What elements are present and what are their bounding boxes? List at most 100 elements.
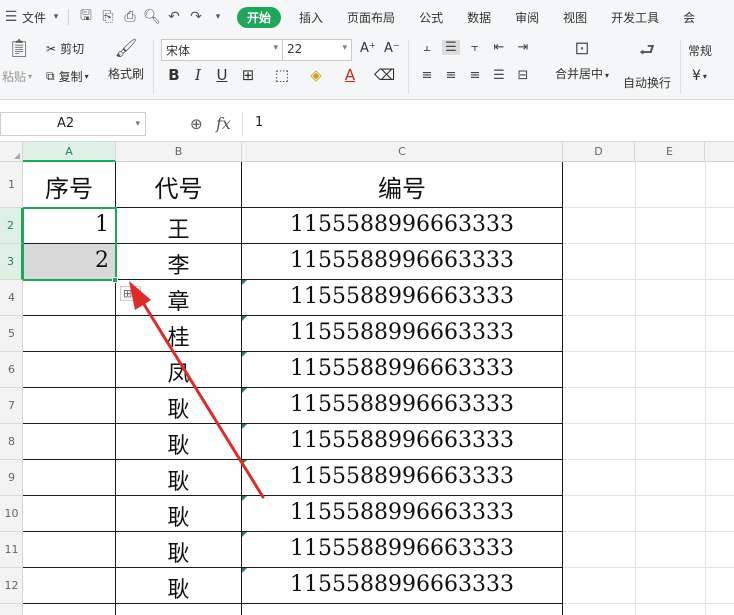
tab-insert[interactable]: 插入 <box>287 9 335 26</box>
formula-input[interactable]: 1 <box>242 112 734 136</box>
fill-handle[interactable] <box>112 277 118 283</box>
cell-c6[interactable]: 1155588996663333 <box>242 356 562 381</box>
tab-page-layout[interactable]: 页面布局 <box>335 9 407 26</box>
tab-member[interactable]: 会 <box>671 9 707 26</box>
cell-b7[interactable]: 耿 <box>116 392 241 424</box>
justify-button[interactable]: ☰ <box>490 68 508 83</box>
cell-b2[interactable]: 王 <box>116 212 241 244</box>
distributed-button[interactable]: ⊟ <box>514 68 532 83</box>
align-bottom-button[interactable]: ⫟ <box>466 40 484 55</box>
print-setup-icon[interactable]: ⎘ <box>97 9 119 25</box>
cell-b6[interactable]: 凤 <box>116 356 241 388</box>
align-left-button[interactable]: ≡ <box>418 68 436 83</box>
format-painter-button[interactable]: 🖌︎ 格式刷 <box>108 38 144 82</box>
cell-c12[interactable]: 1155588996663333 <box>242 572 562 597</box>
italic-button[interactable]: I <box>188 66 208 84</box>
select-all-corner[interactable]: ◢ <box>0 142 23 162</box>
error-indicator-icon[interactable] <box>242 280 247 285</box>
row-header-2[interactable]: 2 <box>0 208 23 244</box>
cell-b5[interactable]: 桂 <box>116 320 241 352</box>
paste-label-button[interactable]: 粘贴 ▾ <box>2 68 32 85</box>
error-indicator-icon[interactable] <box>242 316 247 321</box>
bold-button[interactable]: B <box>164 66 184 84</box>
decrease-font-size-button[interactable]: A⁻ <box>384 41 400 56</box>
error-indicator-icon[interactable] <box>242 424 247 429</box>
clear-format-button[interactable]: ⌫ <box>374 66 395 84</box>
cell-c11[interactable]: 1155588996663333 <box>242 536 562 561</box>
row-header-11[interactable]: 11 <box>0 532 23 568</box>
error-indicator-icon[interactable] <box>242 352 247 357</box>
column-header-c[interactable]: C <box>242 142 563 162</box>
redo-icon[interactable]: ↷ <box>185 9 207 25</box>
underline-button[interactable]: U <box>212 66 232 84</box>
cell-c9[interactable]: 1155588996663333 <box>242 464 562 489</box>
font-size-select[interactable]: 22 ▾ <box>282 39 352 61</box>
row-header-10[interactable]: 10 <box>0 496 23 532</box>
row-header-5[interactable]: 5 <box>0 316 23 352</box>
align-right-button[interactable]: ≡ <box>466 68 484 83</box>
name-box[interactable]: A2 ▾ <box>0 112 146 136</box>
error-indicator-icon[interactable] <box>242 496 247 501</box>
error-indicator-icon[interactable] <box>242 532 247 537</box>
row-header-7[interactable]: 7 <box>0 388 23 424</box>
borders-button[interactable]: ⊞ <box>238 66 258 84</box>
currency-button[interactable]: ¥ ▾ <box>692 68 707 84</box>
tab-data[interactable]: 数据 <box>455 9 503 26</box>
increase-indent-button[interactable]: ⇥ <box>514 40 532 55</box>
align-middle-button[interactable]: ☰ <box>442 40 460 55</box>
autofill-options-button[interactable]: ⊞▾ <box>120 286 141 301</box>
cell-grid[interactable]: 序号 代号 编号 1 王 1155588996663333 2 李 115558… <box>23 162 734 615</box>
tab-home[interactable]: 开始 <box>237 6 282 28</box>
tab-view[interactable]: 视图 <box>551 9 599 26</box>
cell-b9[interactable]: 耿 <box>116 464 241 496</box>
tab-formulas[interactable]: 公式 <box>407 9 455 26</box>
column-header-e[interactable]: E <box>635 142 705 162</box>
row-header-4[interactable]: 4 <box>0 280 23 316</box>
number-format-select[interactable]: 常规 <box>688 42 712 59</box>
column-header-a[interactable]: A <box>23 142 116 162</box>
font-name-select[interactable]: 宋体 ▾ <box>161 39 283 61</box>
cell-c2[interactable]: 1155588996663333 <box>242 212 562 237</box>
wrap-text-button[interactable]: ⮐ 自动换行 <box>622 38 672 91</box>
row-header-1[interactable]: 1 <box>0 162 23 208</box>
cell-style-button[interactable]: ⬚ <box>272 66 292 84</box>
file-menu[interactable]: 文件 <box>22 9 50 26</box>
cell-c8[interactable]: 1155588996663333 <box>242 428 562 453</box>
row-header-3[interactable]: 3 <box>0 244 23 280</box>
error-indicator-icon[interactable] <box>242 568 247 573</box>
cell-c10[interactable]: 1155588996663333 <box>242 500 562 525</box>
row-header-6[interactable]: 6 <box>0 352 23 388</box>
column-header-b[interactable]: B <box>116 142 242 162</box>
align-center-button[interactable]: ≡ <box>442 68 460 83</box>
cell-b1[interactable]: 代号 <box>116 169 241 205</box>
cell-c1[interactable]: 编号 <box>242 169 562 205</box>
increase-font-size-button[interactable]: A⁺ <box>360 41 376 56</box>
merge-center-button[interactable]: ⊡ 合并居中 ▾ <box>552 38 612 82</box>
paste-button[interactable]: 📋︎ <box>4 38 34 59</box>
row-header-8[interactable]: 8 <box>0 424 23 460</box>
cell-a1[interactable]: 序号 <box>23 169 115 205</box>
insert-function-icon[interactable]: fx <box>216 114 231 133</box>
hamburger-menu-icon[interactable]: ☰ <box>0 9 22 25</box>
cell-b10[interactable]: 耿 <box>116 500 241 532</box>
zoom-formula-icon[interactable]: ⊕ <box>190 115 203 133</box>
cell-b11[interactable]: 耿 <box>116 536 241 568</box>
row-header-12[interactable]: 12 <box>0 568 23 604</box>
tab-review[interactable]: 审阅 <box>503 9 551 26</box>
font-color-button[interactable]: A <box>340 66 360 84</box>
fill-color-button[interactable]: ◈ <box>306 66 326 84</box>
cell-c7[interactable]: 1155588996663333 <box>242 392 562 417</box>
cell-c3[interactable]: 1155588996663333 <box>242 248 562 273</box>
cell-c5[interactable]: 1155588996663333 <box>242 320 562 345</box>
row-header-9[interactable]: 9 <box>0 460 23 496</box>
cell-c4[interactable]: 1155588996663333 <box>242 284 562 309</box>
file-dropdown-chevron-icon[interactable]: ▾ <box>50 12 62 22</box>
align-top-button[interactable]: ⫠ <box>418 40 436 55</box>
quick-access-more-icon[interactable]: ▾ <box>207 12 229 22</box>
print-preview-icon[interactable]: 🔍︎ <box>141 9 163 25</box>
tab-developer[interactable]: 开发工具 <box>599 9 671 26</box>
undo-icon[interactable]: ↶ <box>163 9 185 25</box>
print-icon[interactable]: ⎙ <box>119 9 141 25</box>
column-header-d[interactable]: D <box>563 142 635 162</box>
copy-button[interactable]: ⧉ 复制 ▾ <box>46 68 89 85</box>
